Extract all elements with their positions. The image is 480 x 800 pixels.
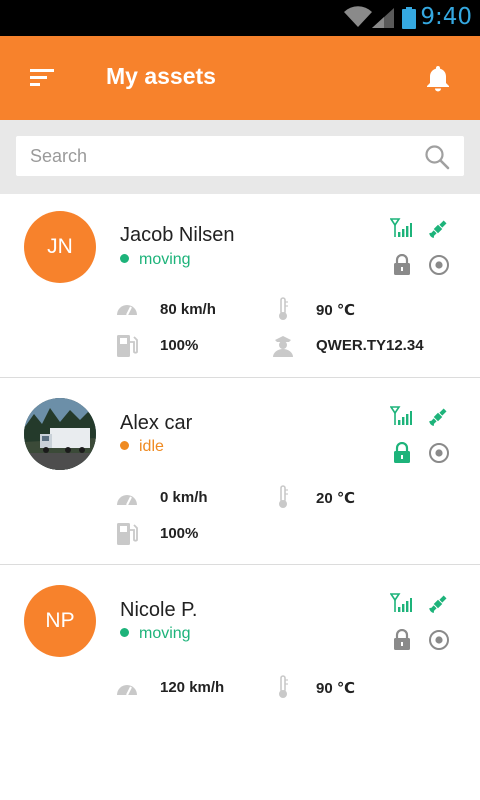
speed-value: 80 km/h [160,301,216,318]
status-text: moving [139,625,191,642]
speedometer-icon [117,495,137,506]
avatar-photo [24,398,96,470]
temperature-value: 90 ℃ [316,302,356,319]
lock-icon[interactable] [393,442,411,464]
gps-satellite-icon [429,595,447,613]
temperature-value: 20 ℃ [316,490,356,507]
asset-name: Alex car [120,412,193,434]
app-bar: My assets [0,36,480,120]
driver-icon [273,336,293,357]
asset-name: Nicole P. [120,599,198,621]
locate-target-icon[interactable] [428,629,450,651]
status-dot-icon [120,628,129,638]
status-text: idle [139,438,164,455]
status-badge: moving [120,625,191,643]
avatar: NP [24,585,96,657]
truck-photo-icon [24,398,96,470]
status-dot-icon [120,441,129,451]
fuel-value: 100% [160,525,199,542]
asset-card-jacob-nilsen[interactable]: JN Jacob Nilsen moving 80 km/h 90 ℃ 100%… [0,194,480,378]
search-input[interactable] [30,136,410,176]
status-text: moving [139,251,191,268]
temperature-value: 90 ℃ [316,680,356,697]
gsm-signal-icon [390,593,412,612]
thermometer-icon [279,675,288,698]
speed-value: 0 km/h [160,489,208,506]
gps-satellite-icon [429,220,447,238]
driver-id-value: QWER.TY12.34 [316,337,424,354]
gsm-signal-icon [390,218,412,237]
search-box [16,136,464,176]
page-title: My assets [106,63,216,89]
search-bar-container [0,120,480,194]
lock-icon[interactable] [393,254,411,276]
speedometer-icon [117,685,137,696]
fuel-icon [117,335,138,357]
avatar: JN [24,211,96,283]
battery-icon [402,7,416,29]
speed-value: 120 km/h [160,679,225,696]
thermometer-icon [279,485,288,508]
gps-satellite-icon [429,408,447,426]
asset-name: Jacob Nilsen [120,224,235,246]
status-dot-icon [120,254,129,264]
status-time: 9:40 [420,4,472,30]
lock-icon[interactable] [393,629,411,651]
cell-signal-icon [372,8,394,28]
speedometer-icon [117,305,137,316]
fuel-icon [117,523,138,545]
thermometer-icon [279,297,288,320]
menu-icon[interactable] [28,66,56,90]
gsm-signal-icon [390,406,412,425]
search-icon[interactable] [424,144,450,170]
status-bar: 9:40 [0,0,480,36]
asset-card-nicole-p[interactable]: NP Nicole P. moving 120 km/h 90 ℃ [0,565,480,800]
wifi-icon [344,6,372,28]
status-badge: moving [120,251,191,269]
fuel-value: 100% [160,337,199,354]
status-badge: idle [120,438,164,456]
locate-target-icon[interactable] [428,442,450,464]
locate-target-icon[interactable] [428,254,450,276]
notification-bell-icon[interactable] [424,64,452,92]
asset-card-alex-car[interactable]: Alex car idle 0 km/h 20 ℃ 100% [0,378,480,565]
